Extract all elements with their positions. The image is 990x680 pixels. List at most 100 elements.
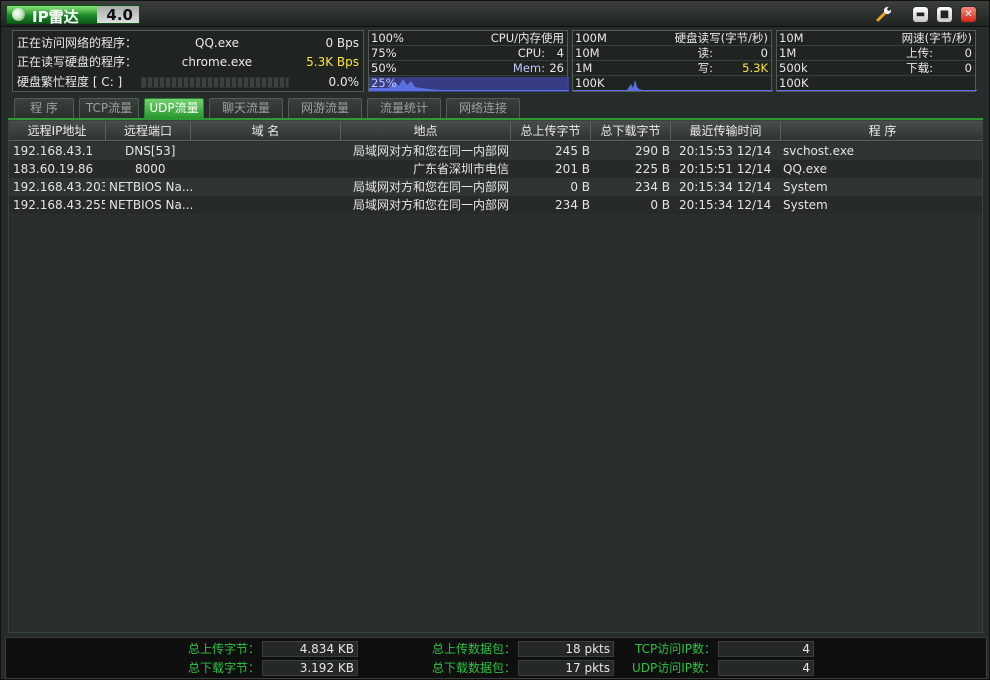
maximize-icon: ■ <box>939 9 950 20</box>
cell-port: DNS[53] <box>125 144 176 158</box>
tab-chat[interactable]: 聊天流量 <box>209 98 283 118</box>
cpu-graph-row-4: 25% <box>369 76 567 91</box>
disk-graph-row-4: 100K <box>573 76 771 91</box>
col-remote-ip[interactable]: 远程IP地址 <box>9 121 106 141</box>
cell-up: 245 B <box>555 144 590 158</box>
disk-read-value: 0 <box>760 46 768 60</box>
net-graph-row-1: 10M 网速(字节/秒) <box>777 31 975 46</box>
disk-scale-100k: 100K <box>575 76 605 90</box>
net-program-label: 正在访问网络的程序： <box>17 36 138 50</box>
close-button[interactable]: ✕ <box>960 6 977 23</box>
col-domain[interactable]: 域 名 <box>191 121 341 141</box>
cell-program: System <box>783 180 828 194</box>
cpu-graph-title: CPU/内存使用 <box>490 31 564 45</box>
cell-time: 20:15:53 12/14 <box>679 144 772 158</box>
net-scale-100k: 100K <box>779 76 809 90</box>
net-scale-1m: 1M <box>779 46 797 60</box>
disk-io-graph: 100M 硬盘读写(字节/秒) 10M 读: 0 1M 写: 5.3K 100K <box>572 30 773 92</box>
maximize-button[interactable]: ■ <box>936 6 953 23</box>
cell-ip: 192.168.43.255 <box>13 198 105 212</box>
app-version: 4.0 <box>106 6 133 24</box>
cell-ip: 192.168.43.1 <box>13 144 94 158</box>
col-total-down[interactable]: 总下载字节 <box>591 121 671 141</box>
pkts-up-label: 总上传数据包： <box>431 642 516 656</box>
net-scale-10m: 10M <box>779 31 804 45</box>
app-title: IP雷达 <box>32 8 79 26</box>
disk-graph-row-1: 100M 硬盘读写(字节/秒) <box>573 31 771 46</box>
cpu-mem-graph: 100% CPU/内存使用 75% CPU: 4 50% Mem: 26 25% <box>368 30 569 92</box>
net-down-value: 0 <box>964 61 972 75</box>
table-row[interactable]: 192.168.43.255 NETBIOS Na... 局域网对方和您在同一内… <box>9 196 982 214</box>
col-program[interactable]: 程 序 <box>781 121 982 141</box>
total-up-value: 4.834 KB <box>262 641 358 657</box>
col-total-up[interactable]: 总上传字节 <box>511 121 591 141</box>
cell-time: 20:15:34 12/14 <box>679 180 772 194</box>
net-graph-row-4: 100K <box>777 76 975 91</box>
disk-program-label: 正在读写硬盘的程序： <box>17 55 138 69</box>
net-program-name: QQ.exe <box>195 36 239 50</box>
tab-tcp[interactable]: TCP流量 <box>79 98 139 118</box>
cell-program: QQ.exe <box>783 162 827 176</box>
tab-connections[interactable]: 网络连接 <box>446 98 520 118</box>
disk-graph-row-2: 10M 读: 0 <box>573 46 771 61</box>
disk-busy-value: 0.0% <box>328 75 360 89</box>
tab-udp[interactable]: UDP流量 <box>144 98 204 118</box>
cell-time: 20:15:34 12/14 <box>679 198 772 212</box>
net-scale-500k: 500k <box>779 61 808 75</box>
wrench-icon[interactable] <box>875 5 893 23</box>
net-graph-title: 网速(字节/秒) <box>901 31 972 45</box>
net-graph-row-3: 500k 下载: 0 <box>777 61 975 76</box>
radar-logo-icon <box>12 8 25 21</box>
disk-busy-label: 硬盘繁忙程度 [ C: ] <box>17 75 123 89</box>
total-up-label: 总上传字节： <box>187 642 260 656</box>
cell-location: 局域网对方和您在同一内部网 <box>352 144 509 158</box>
close-icon: ✕ <box>964 9 973 20</box>
net-speed-graph: 10M 网速(字节/秒) 1M 上传: 0 500k 下载: 0 100K <box>776 30 977 92</box>
cell-down: 290 B <box>635 144 670 158</box>
pkts-up-value: 18 pkts <box>518 641 614 657</box>
table-header: 远程IP地址 远程端口 域 名 地点 总上传字节 总下载字节 最近传输时间 程 … <box>9 121 982 141</box>
tcp-ip-count-value: 4 <box>718 641 814 657</box>
cell-down: 234 B <box>635 180 670 194</box>
cell-port: 8000 <box>135 162 166 176</box>
udp-traffic-table: 远程IP地址 远程端口 域 名 地点 总上传字节 总下载字节 最近传输时间 程 … <box>8 120 983 633</box>
mem-label: Mem: <box>512 61 545 75</box>
col-remote-port[interactable]: 远程端口 <box>106 121 191 141</box>
cpu-scale-75: 75% <box>371 46 397 60</box>
tcp-ip-count-label: TCP访问IP数： <box>634 642 716 656</box>
disk-write-label: 写: <box>697 61 713 75</box>
table-row[interactable]: 183.60.19.86 8000 广东省深圳市电信 201 B 225 B 2… <box>9 160 982 178</box>
col-location[interactable]: 地点 <box>341 121 511 141</box>
udp-ip-count-label: UDP访问IP数： <box>631 661 716 675</box>
table-row[interactable]: 192.168.43.1 DNS[53] 局域网对方和您在同一内部网 245 B… <box>9 142 982 160</box>
cell-location: 局域网对方和您在同一内部网 <box>352 198 509 212</box>
cell-port: NETBIOS Na... <box>109 180 193 194</box>
tab-stats[interactable]: 流量统计 <box>367 98 441 118</box>
disk-graph-row-3: 1M 写: 5.3K <box>573 61 771 76</box>
net-up-label: 上传: <box>906 46 933 60</box>
disk-program-name: chrome.exe <box>181 55 253 69</box>
cell-up: 201 B <box>555 162 590 176</box>
tab-game[interactable]: 网游流量 <box>288 98 362 118</box>
table-row[interactable]: 192.168.43.203 NETBIOS Na... 局域网对方和您在同一内… <box>9 178 982 196</box>
cpu-value: 4 <box>556 46 564 60</box>
cpu-label: CPU: <box>517 46 545 60</box>
disk-scale-1m: 1M <box>575 61 593 75</box>
cpu-scale-25: 25% <box>371 76 397 90</box>
cell-up: 234 B <box>555 198 590 212</box>
disk-busy-row: 硬盘繁忙程度 [ C: ] 0.0% <box>17 73 359 91</box>
cell-down: 0 B <box>650 198 670 212</box>
tab-programs[interactable]: 程 序 <box>14 98 74 118</box>
cell-program: svchost.exe <box>783 144 854 158</box>
minimize-button[interactable]: ▬ <box>912 6 929 23</box>
total-down-label: 总下载字节： <box>187 661 260 675</box>
minimize-icon: ▬ <box>915 9 926 20</box>
disk-read-label: 读: <box>697 46 713 60</box>
col-last-time[interactable]: 最近传输时间 <box>671 121 781 141</box>
cell-down: 225 B <box>635 162 670 176</box>
cpu-scale-50: 50% <box>371 61 397 75</box>
cpu-graph-row-2: 75% CPU: 4 <box>369 46 567 61</box>
cell-ip: 192.168.43.203 <box>13 180 105 194</box>
title-bar[interactable]: IP雷达 4.0 ▬ ■ ✕ <box>1 1 989 27</box>
cell-location: 广东省深圳市电信 <box>412 162 509 176</box>
